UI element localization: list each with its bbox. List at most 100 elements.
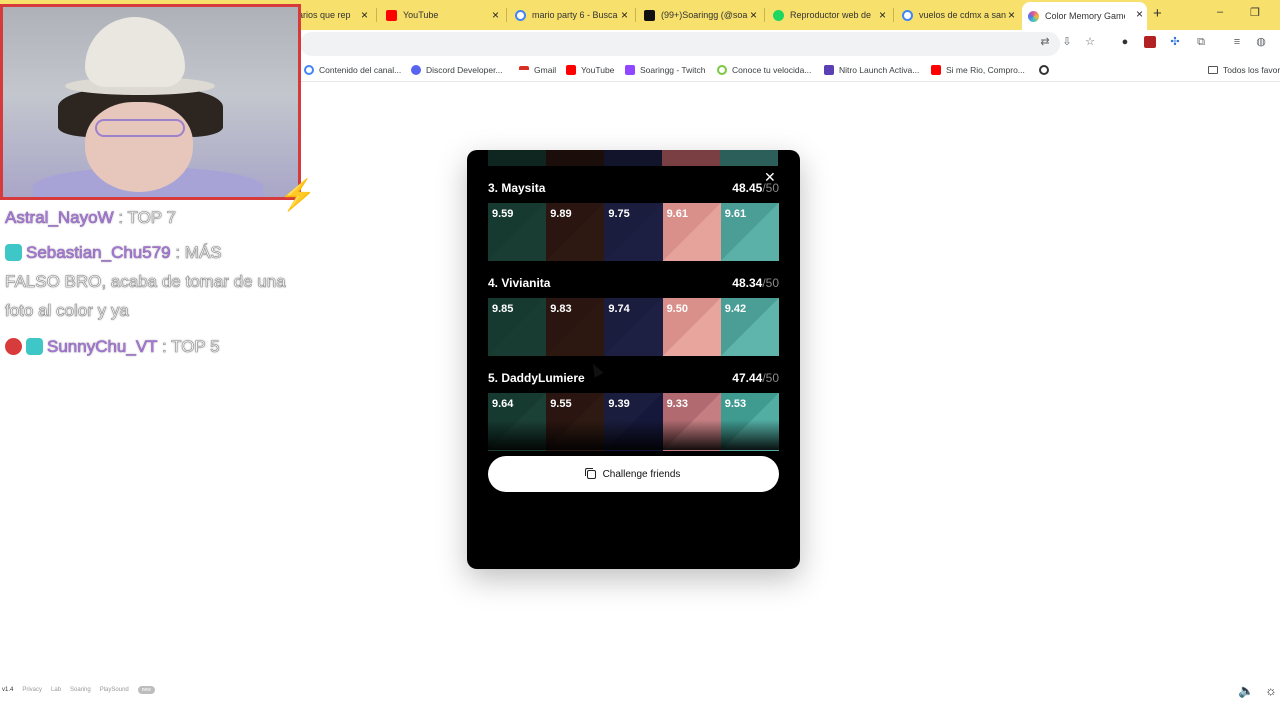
youtube-icon bbox=[566, 65, 576, 75]
score-value: 47.44 bbox=[732, 371, 763, 385]
color-swatch: 9.74 bbox=[604, 298, 663, 356]
leaderboard-entry-header: 3. Maysita 48.45/50 bbox=[488, 181, 779, 197]
star-icon[interactable]: ☆ bbox=[1084, 36, 1096, 48]
close-icon[interactable]: × bbox=[621, 8, 628, 22]
extension-icon[interactable]: ● bbox=[1119, 36, 1131, 48]
close-icon[interactable]: × bbox=[1136, 7, 1143, 21]
tab-3[interactable]: (99+)Soaringg (@soa × bbox=[638, 3, 761, 27]
bookmark-item[interactable] bbox=[1039, 63, 1054, 77]
bookmark-label: Discord Developer... bbox=[426, 65, 503, 75]
sound-icon[interactable]: 🔈 bbox=[1238, 683, 1254, 699]
player-score: 48.34/50 bbox=[732, 276, 779, 290]
close-icon[interactable]: × bbox=[879, 8, 886, 22]
bookmark-label: Contenido del canal... bbox=[319, 65, 402, 75]
profile-icon[interactable]: ◍ bbox=[1255, 36, 1267, 48]
nitro-icon bbox=[824, 65, 834, 75]
footer-link-lab[interactable]: Lab bbox=[51, 687, 61, 693]
chat-text: : TOP 7 bbox=[113, 208, 177, 228]
tab-5[interactable]: vuelos de cdmx a san × bbox=[896, 3, 1019, 27]
install-app-icon[interactable]: ⇩ bbox=[1061, 36, 1073, 48]
media-control-icon[interactable]: ≡ bbox=[1231, 36, 1243, 48]
tab-separator bbox=[376, 8, 377, 22]
color-swatch: 9.85 bbox=[488, 298, 547, 356]
close-icon[interactable]: × bbox=[361, 8, 368, 22]
footer-link-soaring[interactable]: Soaring bbox=[70, 687, 91, 693]
google-icon bbox=[902, 9, 913, 21]
accuracy-score: 9.89 bbox=[550, 208, 572, 220]
tab-2[interactable]: mario party 6 - Busca × bbox=[509, 3, 632, 27]
accuracy-score: 9.33 bbox=[666, 398, 688, 410]
player-name: 4. Vivianita bbox=[488, 276, 551, 290]
tab-label: Color Memory Game bbox=[1045, 11, 1125, 21]
extension-icon[interactable] bbox=[1144, 36, 1156, 48]
streamer-face bbox=[85, 102, 193, 192]
bookmark-item[interactable]: Soaringg - Twitch bbox=[625, 63, 706, 77]
close-icon[interactable]: × bbox=[492, 8, 499, 22]
tab-0[interactable]: arios que rep × bbox=[292, 3, 372, 27]
new-tab-button[interactable]: + bbox=[1153, 5, 1162, 22]
tab-1[interactable]: YouTube × bbox=[380, 3, 503, 27]
chat-message-continued: foto al color y ya bbox=[5, 301, 129, 321]
bookmark-item[interactable]: Conoce tu velocida... bbox=[717, 63, 811, 77]
brightness-icon[interactable]: ☼ bbox=[1265, 683, 1277, 698]
youtube-icon bbox=[386, 9, 397, 21]
bookmark-item[interactable]: Contenido del canal... bbox=[304, 63, 401, 77]
score-max: /50 bbox=[762, 276, 779, 290]
tab-4[interactable]: Reproductor web de × bbox=[767, 3, 890, 27]
player-name: 3. Maysita bbox=[488, 181, 546, 195]
accuracy-score: 9.42 bbox=[724, 303, 747, 315]
webcam-overlay bbox=[0, 4, 301, 200]
accuracy-score: 9.53 bbox=[724, 398, 747, 410]
bookmark-label: Nitro Launch Activa... bbox=[839, 65, 920, 75]
challenge-friends-button[interactable]: Challenge friends bbox=[488, 456, 779, 492]
chat-message: Astral_NayoW : TOP 7 bbox=[5, 203, 177, 232]
chat-username: Sebastian_Chu579 bbox=[26, 243, 171, 263]
discord-icon bbox=[411, 65, 421, 75]
color-swatch: 9.42 bbox=[720, 298, 779, 356]
youtube-icon bbox=[931, 65, 941, 75]
bookmark-item[interactable]: YouTube bbox=[566, 63, 614, 77]
new-badge: new bbox=[137, 686, 155, 694]
list-fade bbox=[488, 420, 779, 450]
puzzle-icon[interactable]: ⧉ bbox=[1195, 36, 1207, 48]
footer-link-privacy[interactable]: Privacy bbox=[22, 687, 42, 693]
translate-icon[interactable]: ⇄ bbox=[1039, 36, 1051, 48]
chat-message: SunnyChu_VT : TOP 5 bbox=[5, 332, 220, 361]
footer-link-playsound[interactable]: PlaySound bbox=[100, 687, 129, 693]
tab-label: Reproductor web de bbox=[790, 10, 872, 20]
google-icon bbox=[515, 9, 526, 21]
close-icon[interactable]: × bbox=[1008, 8, 1015, 22]
tab-separator bbox=[893, 8, 894, 22]
folder-icon bbox=[1208, 66, 1218, 74]
chat-message: Sebastian_Chu579 : MÁS bbox=[5, 238, 222, 267]
restore-button[interactable]: ❐ bbox=[1250, 6, 1260, 19]
color-swatch: 9.83 bbox=[546, 298, 605, 356]
bookmark-item[interactable]: Gmail bbox=[519, 63, 556, 77]
minimize-button[interactable]: – bbox=[1217, 6, 1223, 18]
streamer-glasses bbox=[95, 119, 185, 137]
speedtest-icon bbox=[717, 65, 727, 75]
bookmark-item[interactable]: Discord Developer... bbox=[411, 63, 503, 77]
previous-entry-swatches bbox=[488, 150, 778, 166]
color-swatch-row: 9.59 9.89 9.75 9.61 9.61 bbox=[488, 203, 779, 261]
player-name: 5. DaddyLumiere bbox=[488, 371, 585, 385]
tab-6-active[interactable]: Color Memory Game × bbox=[1022, 2, 1147, 30]
address-bar[interactable] bbox=[300, 32, 1060, 56]
twitch-icon bbox=[625, 65, 635, 75]
bookmark-item[interactable]: Nitro Launch Activa... bbox=[824, 63, 919, 77]
strawberry-badge-icon bbox=[5, 338, 22, 355]
all-bookmarks[interactable]: Todos los favor bbox=[1208, 63, 1280, 77]
gmail-icon bbox=[519, 66, 529, 74]
subscriber-badge-icon bbox=[26, 338, 43, 355]
page-footer: v1.4 Privacy Lab Soaring PlaySound new bbox=[2, 686, 155, 694]
leaderboard-modal: ✕ 3. Maysita 48.45/50 9.59 9.89 9.75 9.61 9.61… bbox=[467, 150, 800, 569]
globe-icon bbox=[1039, 65, 1049, 75]
lightning-bolt-icon: ⚡ bbox=[279, 179, 317, 212]
extension-icon[interactable]: ✣ bbox=[1169, 36, 1181, 48]
tab-separator bbox=[635, 8, 636, 22]
close-icon[interactable]: × bbox=[750, 8, 757, 22]
bookmark-item[interactable]: Si me Rio, Compro... bbox=[931, 63, 1025, 77]
color-swatch: 9.61 bbox=[720, 203, 779, 261]
player-score: 47.44/50 bbox=[732, 371, 779, 385]
score-max: /50 bbox=[762, 371, 779, 385]
